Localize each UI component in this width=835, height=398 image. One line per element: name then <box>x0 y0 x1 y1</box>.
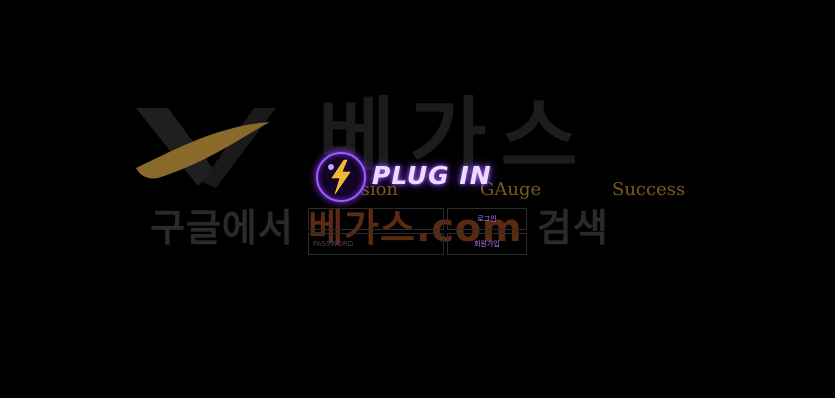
plugin-logo: PLUG IN <box>314 150 524 202</box>
tagline-success: Success <box>612 179 686 200</box>
password-input[interactable] <box>308 233 444 255</box>
join-button[interactable]: 회원가입 <box>447 233 527 255</box>
plugin-logo-badge <box>316 152 366 202</box>
login-button[interactable]: 로그인 <box>447 208 527 230</box>
plugin-brand-name: PLUG IN <box>372 161 492 190</box>
user-id-input[interactable] <box>308 208 444 230</box>
search-hint-suffix: 검색 <box>522 206 609 250</box>
search-hint-prefix: 구글에서 <box>150 206 309 250</box>
login-form: 로그인 회원가입 <box>308 208 528 258</box>
lightning-bolt-icon <box>328 159 351 195</box>
vegas-logo-icon <box>136 108 276 188</box>
